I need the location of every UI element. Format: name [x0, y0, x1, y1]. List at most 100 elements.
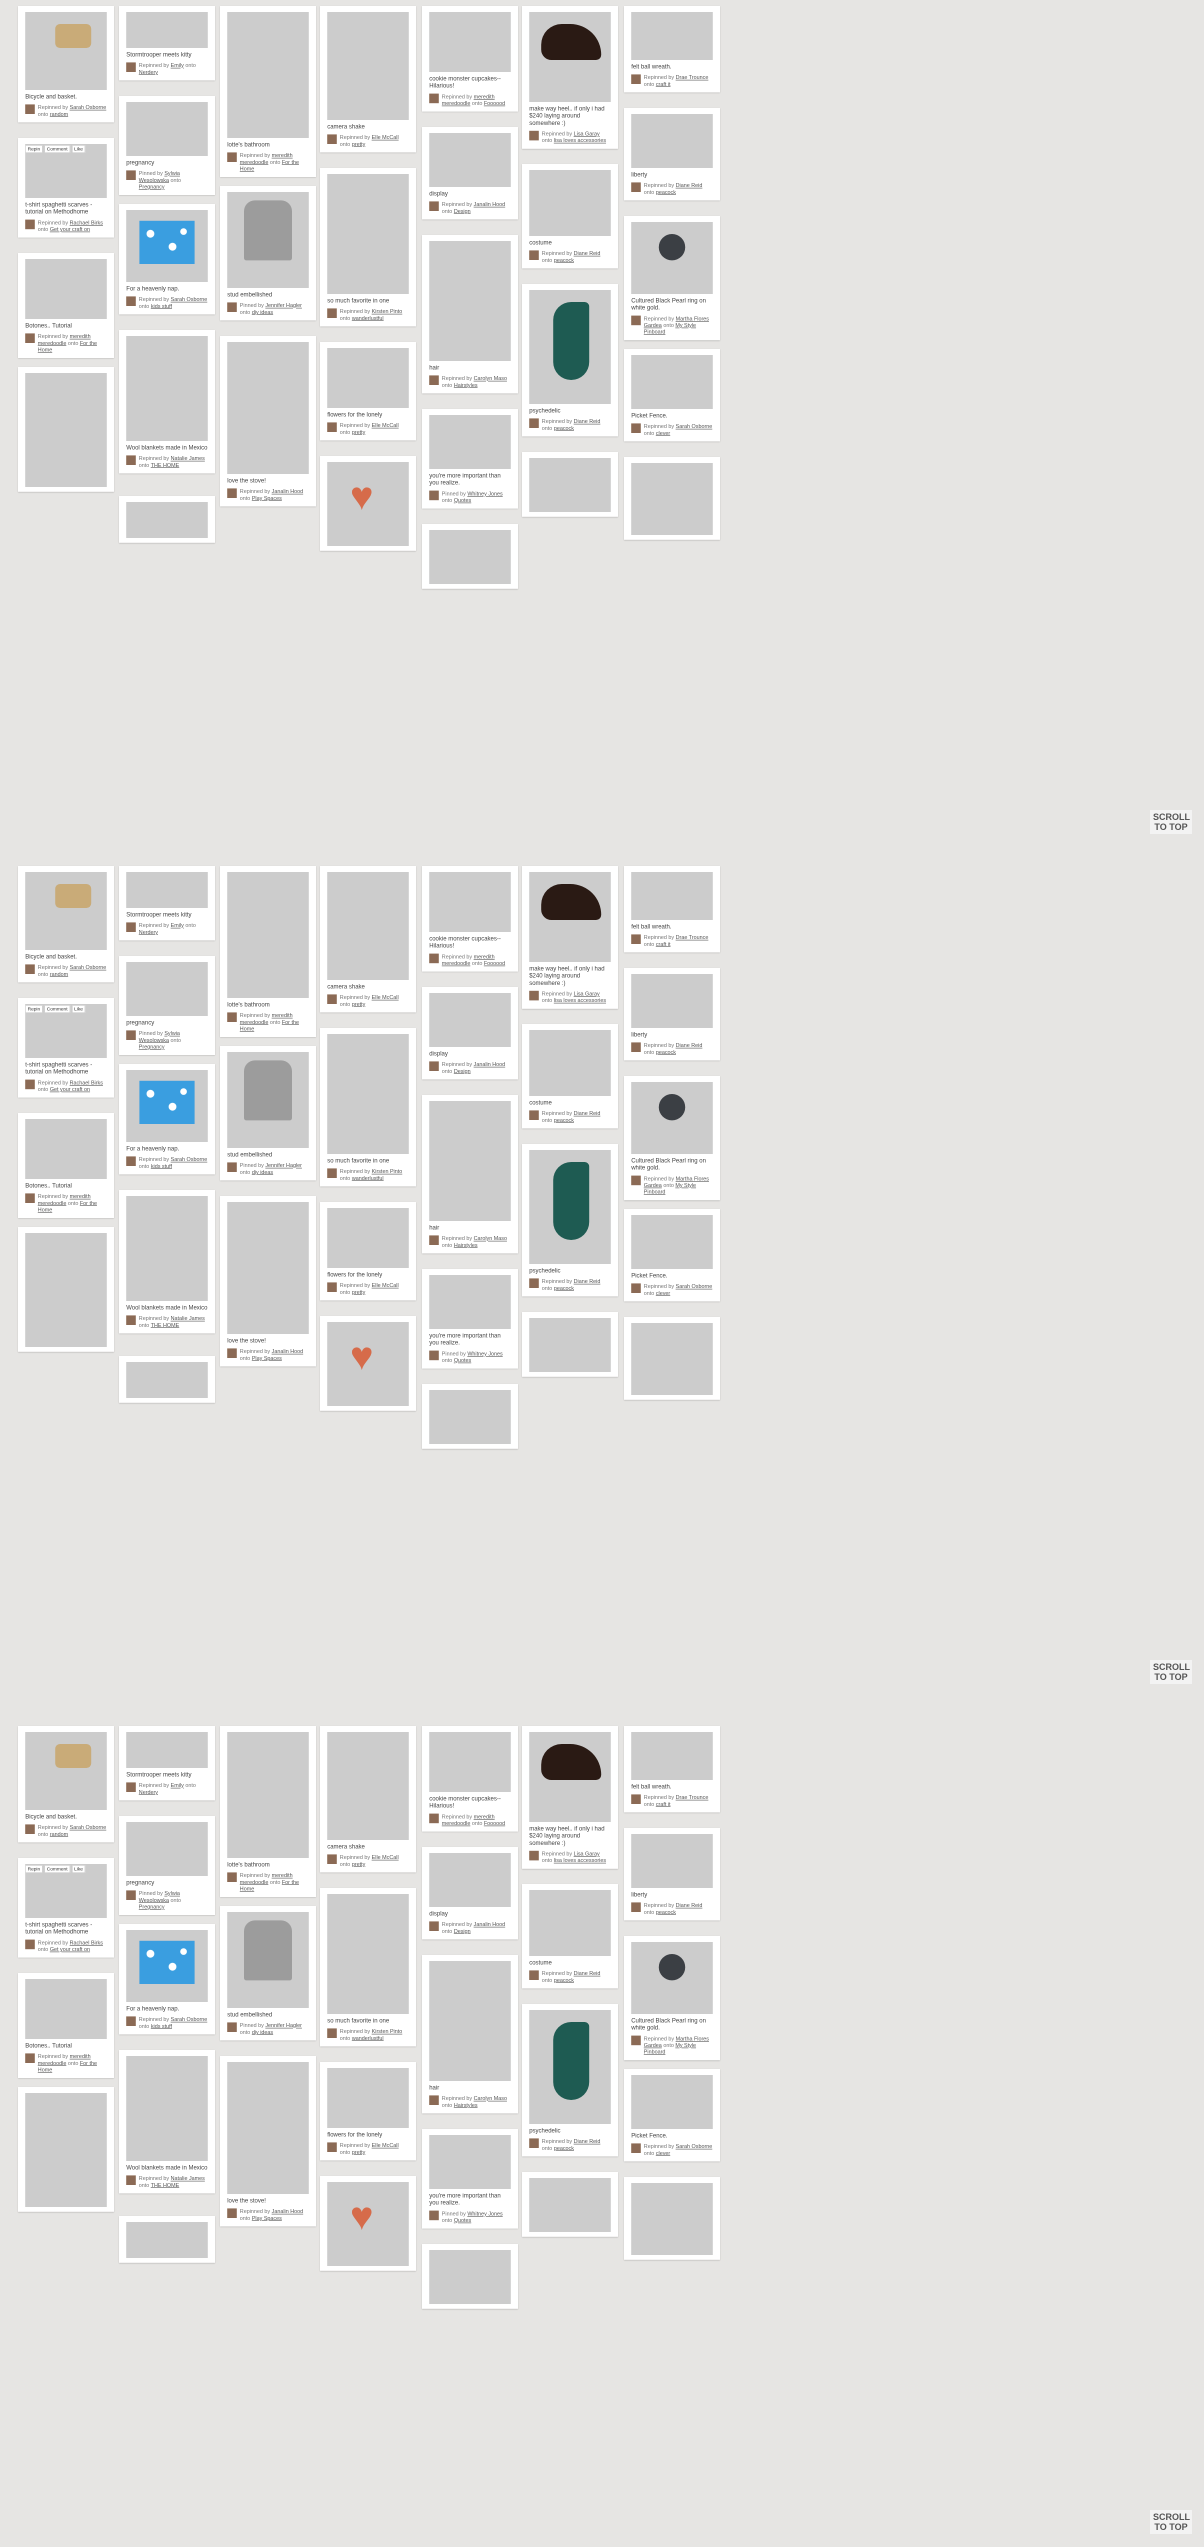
- pinner-link[interactable]: Whitney Jones: [467, 2211, 502, 2217]
- avatar[interactable]: [631, 2035, 641, 2046]
- board-link[interactable]: lisa loves accessories: [554, 1857, 606, 1863]
- board-link[interactable]: Pregnancy: [139, 184, 165, 190]
- avatar[interactable]: [429, 93, 439, 104]
- pin-card[interactable]: psychedelic Repinned by Diane Reid onto p…: [522, 1144, 618, 1297]
- avatar[interactable]: [227, 2208, 237, 2218]
- pin-image[interactable]: [631, 1942, 713, 2014]
- pin-card[interactable]: psychedelic Repinned by Diane Reid onto p…: [522, 284, 618, 437]
- pin-image[interactable]: [126, 336, 208, 441]
- pin-card[interactable]: [320, 456, 416, 551]
- avatar[interactable]: [631, 1794, 641, 1804]
- board-link[interactable]: Play Spaces: [252, 1355, 282, 1361]
- pinner-link[interactable]: Jennifer Hagler: [265, 302, 302, 308]
- pin-card[interactable]: liberty Repinned by Diane Reid onto peaco…: [624, 108, 720, 201]
- board-link[interactable]: Get your craft on: [50, 226, 90, 232]
- pinner-link[interactable]: Sarah Osborne: [676, 1283, 713, 1289]
- pin-card[interactable]: Stormtrooper meets kitty Repinned by Emil…: [119, 1726, 215, 1801]
- pin-image[interactable]: [631, 114, 713, 168]
- avatar[interactable]: [327, 2142, 337, 2152]
- pin-card[interactable]: Stormtrooper meets kitty Repinned by Emil…: [119, 866, 215, 941]
- pin-image[interactable]: [126, 1732, 208, 1768]
- avatar[interactable]: [429, 1350, 439, 1361]
- pin-image[interactable]: [126, 12, 208, 48]
- pin-image[interactable]: [631, 1082, 713, 1154]
- avatar[interactable]: [529, 990, 539, 1001]
- pin-card[interactable]: Cultured Black Pearl ring on white gold.…: [624, 1076, 720, 1201]
- pinner-link[interactable]: Lisa Garay: [574, 1851, 600, 1857]
- board-link[interactable]: Nerdery: [139, 1789, 158, 1795]
- pin-card[interactable]: costume Repinned by Diane Reid onto peaco…: [522, 164, 618, 269]
- avatar[interactable]: [227, 1872, 237, 1882]
- pin-card[interactable]: Wool blankets made in Mexico Repinned by …: [119, 2050, 215, 2194]
- avatar[interactable]: [327, 422, 337, 432]
- pin-card[interactable]: liberty Repinned by Diane Reid onto peaco…: [624, 968, 720, 1061]
- pin-card[interactable]: lotte's bathroom Repinned by meredith mer…: [220, 1726, 316, 1897]
- avatar[interactable]: [227, 1012, 237, 1022]
- board-link[interactable]: lisa loves accessories: [554, 997, 606, 1003]
- pin-card[interactable]: For a heavenly nap. Repinned by Sarah Osb…: [119, 1924, 215, 2035]
- pin-image[interactable]: [529, 290, 611, 404]
- pin-card[interactable]: cookie monster cupcakes-- Hilarious! Repi…: [422, 1726, 518, 1832]
- pin-image[interactable]: [429, 1101, 511, 1221]
- pin-image[interactable]: [631, 1732, 713, 1780]
- pin-card[interactable]: stud embellished Pinned by Jennifer Hagle…: [220, 1906, 316, 2041]
- board-link[interactable]: pretty: [352, 1861, 366, 1867]
- board-link[interactable]: pretty: [352, 1289, 366, 1295]
- board-link[interactable]: pretty: [352, 429, 366, 435]
- pin-image[interactable]: [631, 1323, 713, 1395]
- board-link[interactable]: Quotes: [454, 2217, 471, 2223]
- pinner-link[interactable]: Drae Trounce: [676, 74, 709, 80]
- pin-card[interactable]: you're more important than you realize. P…: [422, 1269, 518, 1369]
- avatar[interactable]: [227, 1162, 237, 1172]
- pin-image[interactable]: [25, 259, 107, 319]
- avatar[interactable]: [126, 1890, 136, 1900]
- pin-card[interactable]: stud embellished Pinned by Jennifer Hagle…: [220, 186, 316, 321]
- board-link[interactable]: Nerdery: [139, 69, 158, 75]
- pinner-link[interactable]: Elle McCall: [372, 994, 399, 1000]
- avatar[interactable]: [227, 302, 237, 312]
- pinner-link[interactable]: Elle McCall: [372, 422, 399, 428]
- pin-card[interactable]: you're more important than you realize. P…: [422, 409, 518, 509]
- pin-image[interactable]: [631, 222, 713, 294]
- pin-card[interactable]: Botones.. Tutorial Repinned by meredith m…: [18, 1973, 114, 2078]
- board-link[interactable]: Foooood: [484, 100, 505, 106]
- pin-image[interactable]: [529, 12, 611, 102]
- pin-card[interactable]: [522, 2172, 618, 2237]
- pin-image[interactable]: [631, 1215, 713, 1269]
- pin-image[interactable]: [227, 872, 309, 998]
- pin-card[interactable]: hair Repinned by Carolyn Maso onto Hairst…: [422, 1095, 518, 1254]
- board-link[interactable]: peacock: [656, 1049, 676, 1055]
- pin-image[interactable]: [327, 1208, 409, 1268]
- avatar[interactable]: [25, 1824, 35, 1834]
- pinner-link[interactable]: Natalie James: [171, 455, 205, 461]
- pinner-link[interactable]: Jennifer Hagler: [265, 1162, 302, 1168]
- pin-image[interactable]: [126, 102, 208, 156]
- pin-card[interactable]: [18, 367, 114, 492]
- board-link[interactable]: random: [50, 971, 68, 977]
- pinner-link[interactable]: Sarah Osborne: [676, 423, 713, 429]
- pin-image[interactable]: [429, 415, 511, 469]
- pinner-link[interactable]: Carolyn Maso: [474, 375, 507, 381]
- pin-card[interactable]: love the stove! Repinned by Janalin Hood …: [220, 2056, 316, 2227]
- pin-card[interactable]: [119, 1356, 215, 1403]
- board-link[interactable]: THE HOME: [151, 1322, 180, 1328]
- board-link[interactable]: pretty: [352, 1001, 366, 1007]
- pin-card[interactable]: pregnancy Pinned by Sylwia Wesolowska ont…: [119, 96, 215, 195]
- pin-image[interactable]: [227, 1052, 309, 1148]
- board-link[interactable]: THE HOME: [151, 2182, 180, 2188]
- pin-image[interactable]: [25, 1979, 107, 2039]
- avatar[interactable]: [429, 953, 439, 964]
- avatar[interactable]: [126, 62, 136, 72]
- pinner-link[interactable]: Sarah Osborne: [171, 2016, 208, 2022]
- avatar[interactable]: [25, 2053, 35, 2063]
- avatar[interactable]: [327, 994, 337, 1004]
- pinner-link[interactable]: Diane Reid: [574, 2138, 601, 2144]
- pin-image[interactable]: [631, 2183, 713, 2255]
- avatar[interactable]: [327, 134, 337, 144]
- avatar[interactable]: [429, 2095, 439, 2105]
- pin-card[interactable]: Bicycle and basket. Repinned by Sarah Osb…: [18, 6, 114, 123]
- board-link[interactable]: clever: [656, 1290, 670, 1296]
- pin-card[interactable]: Botones.. Tutorial Repinned by meredith m…: [18, 1113, 114, 1218]
- avatar[interactable]: [429, 201, 439, 211]
- pin-image[interactable]: [25, 1233, 107, 1347]
